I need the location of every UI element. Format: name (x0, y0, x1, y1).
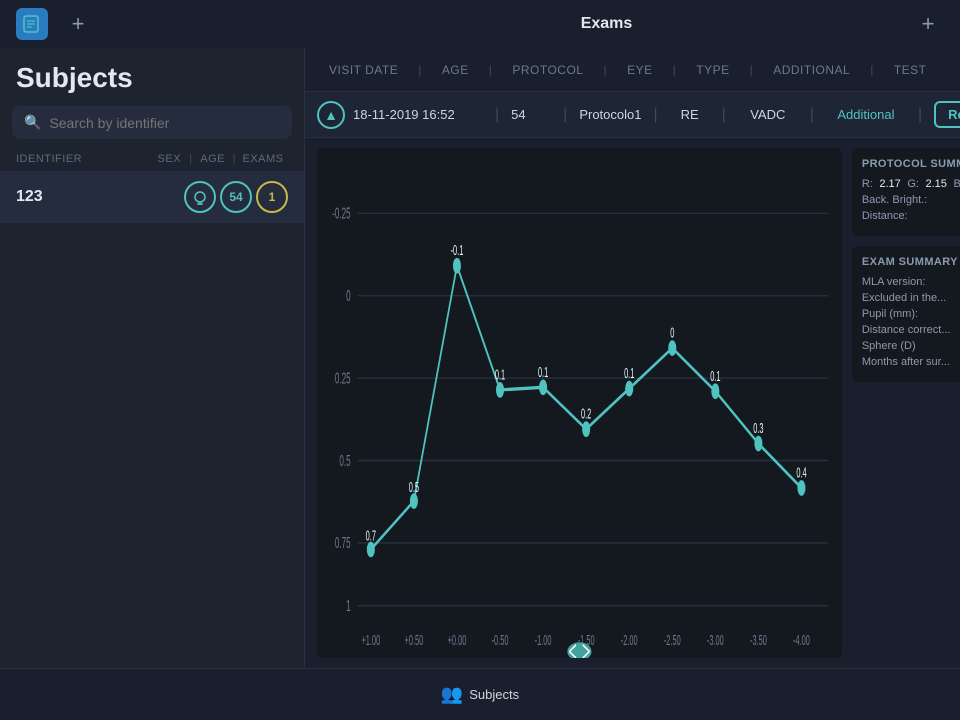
search-icon: 🔍 (24, 114, 41, 131)
svg-text:1: 1 (346, 597, 351, 615)
subject-id: 123 (16, 188, 180, 206)
col-test: TEST (886, 63, 935, 77)
svg-text:0.5: 0.5 (409, 481, 419, 496)
summary-row-r: R: 2.17 G: 2.15 B: 2.03 (862, 178, 960, 190)
exam-protocol: Protocolo1 (579, 107, 641, 122)
svg-text:-0.1: -0.1 (451, 244, 464, 259)
col-visit-date: VISIT DATE (321, 63, 406, 77)
chart-area: -0.25 0 0.25 0.5 0.75 1 +1.00 +0.50 +0.0… (305, 138, 960, 668)
protocol-summary-box: PROTOCOL SUMMARY R: 2.17 G: 2.15 B: 2.03… (852, 148, 960, 236)
svg-text:-2.50: -2.50 (664, 634, 681, 649)
col-protocol: PROTOCOL (504, 63, 591, 77)
table-header: IDENTIFIER SEX | AGE | EXAMS (0, 149, 304, 169)
summary-panel: PROTOCOL SUMMARY R: 2.17 G: 2.15 B: 2.03… (852, 148, 960, 658)
svg-text:-0.50: -0.50 (492, 634, 509, 649)
exam-summary-title: EXAM SUMMARY (862, 256, 960, 268)
col-additional: ADDITIONAL (765, 63, 858, 77)
svg-text:0.1: 0.1 (538, 366, 548, 381)
subject-sex-badge (184, 181, 216, 213)
svg-text:0.4: 0.4 (796, 466, 807, 481)
summary-mla: MLA version: 2.0 (862, 276, 960, 288)
chart-container: -0.25 0 0.25 0.5 0.75 1 +1.00 +0.50 +0.0… (317, 148, 842, 658)
subject-row[interactable]: 123 54 1 (0, 171, 304, 223)
svg-text:0.1: 0.1 (710, 369, 720, 384)
top-bar: + Exams + (0, 0, 960, 48)
chart-svg: -0.25 0 0.25 0.5 0.75 1 +1.00 +0.50 +0.0… (317, 148, 842, 658)
exam-row: ▲ 18-11-2019 16:52 | 54 | Protocolo1 | R… (305, 92, 960, 138)
summary-row-distance: Distance: 4.0 m (862, 210, 960, 222)
svg-text:0.7: 0.7 (366, 529, 376, 544)
col-sex: SEX (151, 153, 187, 165)
svg-text:0.1: 0.1 (624, 367, 634, 382)
exam-eye: RE (670, 107, 710, 122)
svg-text:0.5: 0.5 (339, 452, 350, 470)
svg-text:-0.25: -0.25 (332, 205, 350, 223)
subject-age-badge: 54 (220, 181, 252, 213)
svg-text:0: 0 (346, 287, 351, 305)
summary-distance-correct: Distance correct... YES (862, 324, 960, 336)
sidebar-title: Subjects (0, 48, 304, 102)
svg-text:+0.00: +0.00 (448, 634, 467, 649)
col-identifier: IDENTIFIER (16, 153, 151, 165)
bottom-bar: 👥 Subjects (0, 668, 960, 720)
svg-text:0.1: 0.1 (495, 368, 505, 383)
col-type: TYPE (688, 63, 737, 77)
svg-text:0.25: 0.25 (335, 370, 351, 388)
svg-text:+0.50: +0.50 (405, 634, 424, 649)
top-bar-left: + (0, 6, 305, 42)
page-title: Exams (305, 15, 908, 33)
subject-exams-badge: 1 (256, 181, 288, 213)
sidebar-add-button[interactable]: + (60, 6, 96, 42)
svg-text:-4.00: -4.00 (793, 634, 810, 649)
exam-summary-box: EXAM SUMMARY MLA version: 2.0 Excluded i… (852, 246, 960, 382)
col-age: AGE (434, 63, 477, 77)
expand-button[interactable]: ▲ (317, 101, 345, 129)
svg-text:0: 0 (670, 326, 674, 341)
summary-pupil: Pupil (mm): <2.25 (862, 308, 960, 320)
summary-row-back-bright: Back. Bright.: 85% (862, 194, 960, 206)
app-icon (16, 8, 48, 40)
retest-button[interactable]: Retest (934, 101, 960, 128)
svg-text:0.2: 0.2 (581, 407, 591, 422)
svg-text:-3.50: -3.50 (750, 634, 767, 649)
exam-columns-header: VISIT DATE | AGE | PROTOCOL | EYE | TYPE… (305, 48, 960, 92)
svg-text:0.75: 0.75 (335, 534, 351, 552)
protocol-summary-title: PROTOCOL SUMMARY (862, 158, 960, 170)
sidebar: Subjects 🔍 IDENTIFIER SEX | AGE | EXAMS … (0, 48, 305, 668)
svg-text:-3.00: -3.00 (707, 634, 724, 649)
col-exams: EXAMS (238, 153, 288, 165)
col-age: AGE (195, 153, 231, 165)
exams-title: Exams (581, 15, 633, 33)
svg-text:0.3: 0.3 (753, 422, 763, 437)
exam-vadc: VADC (738, 107, 798, 122)
subjects-tab-label: Subjects (469, 687, 519, 702)
right-panel: VISIT DATE | AGE | PROTOCOL | EYE | TYPE… (305, 48, 960, 668)
main-area: Subjects 🔍 IDENTIFIER SEX | AGE | EXAMS … (0, 48, 960, 668)
exam-additional: Additional (826, 107, 906, 122)
exam-date: 18-11-2019 16:52 (353, 107, 483, 122)
exam-age: 54 (511, 107, 551, 122)
top-bar-right: + (908, 4, 960, 44)
summary-sphere: Sphere (D) 0.00 (862, 340, 960, 352)
svg-text:-2.00: -2.00 (621, 634, 638, 649)
svg-text:+1.00: +1.00 (361, 634, 380, 649)
add-exam-button[interactable]: + (908, 4, 948, 44)
subjects-icon: 👥 (441, 684, 463, 705)
search-box[interactable]: 🔍 (12, 106, 292, 139)
search-input[interactable] (49, 115, 280, 131)
summary-months: Months after sur... PRE (862, 356, 960, 368)
subjects-tab[interactable]: 👥 Subjects (441, 684, 519, 705)
svg-text:-1.00: -1.00 (535, 634, 552, 649)
summary-excluded: Excluded in the... NO (862, 292, 960, 304)
col-eye: EYE (619, 63, 661, 77)
